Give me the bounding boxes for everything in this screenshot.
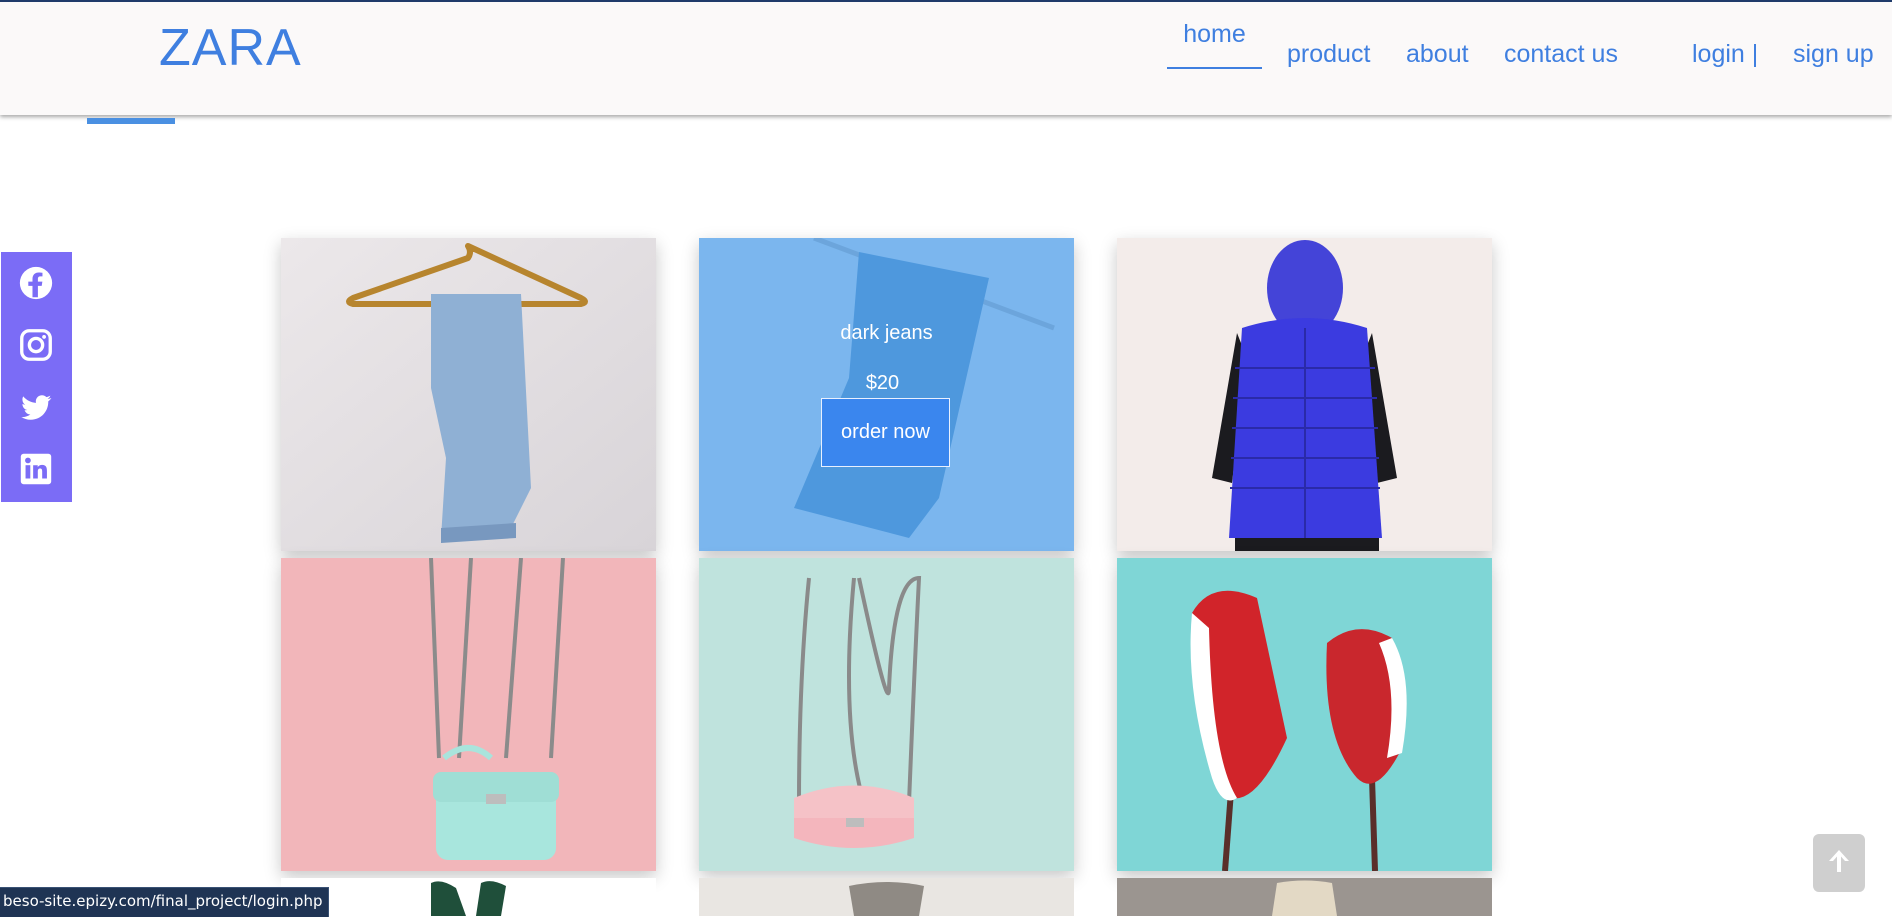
product-price: $20 xyxy=(865,372,900,394)
logo[interactable]: ZARA xyxy=(159,18,302,78)
product-card-floral-dress[interactable] xyxy=(699,878,1074,916)
status-bar-url: beso-site.epizy.com/final_project/login.… xyxy=(0,887,330,917)
nav-about[interactable]: about xyxy=(1406,40,1469,69)
product-card-light-jeans[interactable] xyxy=(281,238,656,551)
green-top-image xyxy=(281,878,656,916)
light-jeans-image xyxy=(281,238,656,551)
puffer-vest-image xyxy=(1117,238,1492,551)
red-sneakers-image xyxy=(1117,558,1492,871)
product-card-green-top[interactable] xyxy=(281,878,656,916)
arrow-up-icon xyxy=(1824,846,1854,881)
product-card-red-sneakers[interactable] xyxy=(1117,558,1492,871)
nav-login[interactable]: login | xyxy=(1692,40,1758,69)
nav-contact-us[interactable]: contact us xyxy=(1504,40,1618,69)
product-name: dark jeans xyxy=(840,322,933,344)
nav-product[interactable]: product xyxy=(1287,40,1370,69)
accent-bar xyxy=(87,118,175,124)
order-now-button[interactable]: order now xyxy=(821,398,950,467)
nav-home[interactable]: home xyxy=(1167,20,1262,69)
pink-bag-image xyxy=(699,558,1074,871)
twitter-icon[interactable] xyxy=(17,388,55,426)
facebook-icon[interactable] xyxy=(17,264,55,302)
instagram-icon[interactable] xyxy=(17,326,55,364)
floral-dress-image xyxy=(699,878,1074,916)
social-sidebar xyxy=(1,252,72,502)
product-card-lace-dress[interactable] xyxy=(1117,878,1492,916)
mint-bag-image xyxy=(281,558,656,871)
lace-dress-image xyxy=(1117,878,1492,916)
linkedin-icon[interactable] xyxy=(17,450,55,488)
product-card-pink-bag[interactable] xyxy=(699,558,1074,871)
product-hover-overlay: dark jeans $20 order now xyxy=(699,238,1074,551)
site-header: ZARA home product about contact us login… xyxy=(0,0,1892,115)
product-card-puffer-vest[interactable] xyxy=(1117,238,1492,551)
product-card-dark-jeans[interactable]: dark jeans $20 order now xyxy=(699,238,1074,551)
nav-sign-up[interactable]: sign up xyxy=(1793,40,1874,69)
scroll-to-top-button[interactable] xyxy=(1813,834,1865,892)
product-card-mint-bag[interactable] xyxy=(281,558,656,871)
